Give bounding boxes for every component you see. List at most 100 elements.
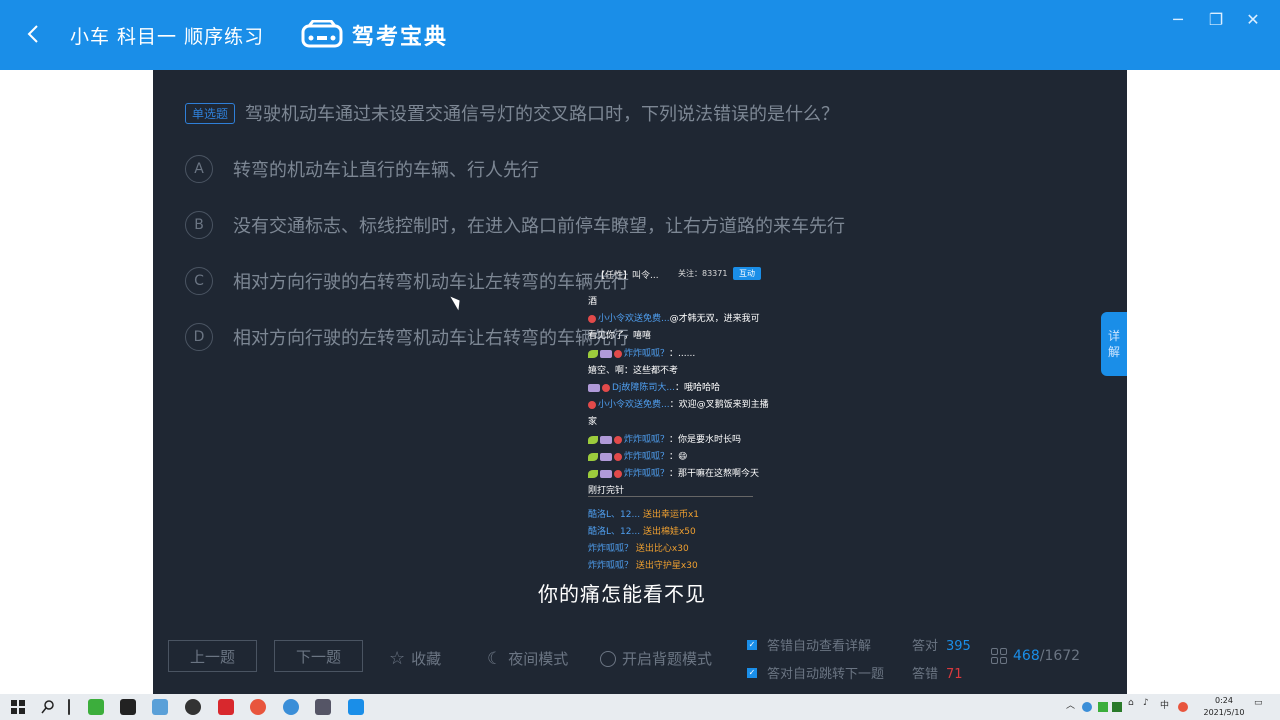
chat-user: 炸炸呱呱？ (624, 435, 670, 445)
chat-user: 炸炸呱呱？ (624, 469, 670, 479)
background-mode-label: 开启背题模式 (622, 650, 713, 668)
tray-app-icon[interactable] (1082, 702, 1092, 712)
auto-detail-checkbox[interactable]: ✓ 答错自动查看详解 (747, 635, 871, 654)
badge-icon (588, 349, 598, 358)
chat-user: 小小令欢送免费... (598, 314, 670, 324)
badge-icon (600, 452, 612, 461)
chat-text: 刚打完针 (588, 486, 625, 496)
gift-text: 送出棉娃 (642, 527, 679, 537)
option-d[interactable]: D 相对方向行驶的左转弯机动车让右转弯的车辆先行 (185, 323, 629, 351)
app-icon-green[interactable] (88, 699, 104, 715)
option-a[interactable]: A 转弯的机动车让直行的车辆、行人先行 (185, 155, 539, 183)
chat-user: Dj故障陈司大... (612, 383, 676, 393)
wrong-label: 答错 (912, 667, 939, 682)
tray-app-icon[interactable] (1098, 702, 1108, 712)
close-button[interactable]: ✕ (1243, 10, 1263, 29)
badge-icon (600, 349, 612, 358)
tray-volume-icon[interactable]: ♪ (1143, 698, 1149, 708)
chat-user: 炸炸呱呱？ (624, 349, 670, 359)
minimize-button[interactable]: ─ (1168, 10, 1188, 29)
chat-message: 家 (588, 414, 772, 427)
chat-text: ：你是要水时长吗 (669, 435, 742, 445)
tray-app-icon[interactable] (1178, 702, 1188, 712)
chat-message: 小小令欢送免费...：欢迎@叉鹅饭来到主播 (588, 397, 772, 410)
wrong-count: 71 (946, 667, 963, 682)
chat-message: 炸炸呱呱？：那干嘛在这熬啊今天 (588, 466, 772, 479)
clock-time: 0:24 (1215, 696, 1233, 705)
radio-icon (600, 650, 616, 667)
auto-next-label: 答对自动跳转下一题 (767, 667, 885, 682)
ime-indicator[interactable]: 中 (1160, 698, 1169, 711)
gift-message: 酷洛L、12... 送出幸运币x1 (588, 507, 772, 520)
gift-text: 送出幸运币 (642, 510, 688, 520)
chat-text: 嬉空、啊：这些都不考 (588, 366, 679, 376)
chat-text: ：...... (669, 349, 696, 359)
app-icon-blue[interactable] (152, 699, 168, 715)
progress-current: 468 (1013, 648, 1040, 664)
option-text: 转弯的机动车让直行的车辆、行人先行 (233, 160, 539, 181)
correct-stat: 答对 395 (912, 635, 971, 654)
prev-question-button[interactable]: 上一题 (168, 640, 257, 672)
option-c[interactable]: C 相对方向行驶的右转弯机动车让左转弯的车辆先行 (185, 267, 629, 295)
back-chevron-left-icon[interactable] (26, 22, 50, 48)
progress-total: /1672 (1039, 648, 1081, 664)
chat-divider (588, 496, 753, 497)
chevron-left-icon (27, 25, 38, 43)
gift-user: 酷洛L、12... (588, 510, 641, 520)
tray-app-icon[interactable] (1112, 702, 1122, 712)
app-icon-video[interactable] (250, 699, 266, 715)
badge-icon (600, 469, 612, 478)
night-mode-label: 夜间模式 (508, 650, 569, 668)
app-icon-browser[interactable] (283, 699, 299, 715)
star-icon: ☆ (389, 648, 406, 669)
option-b[interactable]: B 没有交通标志、标线控制时，在进入路口前停车瞭望，让右方道路的来车先行 (185, 211, 845, 239)
gift-text: 送出比心 (635, 544, 672, 554)
gift-count: x1 (687, 510, 700, 520)
app-icon-black[interactable] (120, 699, 136, 715)
badge-icon (588, 383, 600, 392)
windows-start-icon[interactable] (10, 699, 26, 715)
app-icon-jiakao[interactable] (348, 699, 364, 715)
night-mode-button[interactable]: ☾ 夜间模式 (487, 648, 568, 669)
notification-icon[interactable]: ▭ (1254, 698, 1263, 708)
chat-message: 炸炸呱呱？：你是要水时长吗 (588, 432, 772, 445)
background-mode-toggle[interactable]: 开启背题模式 (600, 648, 712, 669)
chat-text: 看见你了，嘻嘻 (588, 331, 652, 341)
app-icon-media[interactable] (315, 699, 331, 715)
chat-text: ：😄 (669, 452, 688, 462)
restore-button[interactable]: ❐ (1206, 10, 1226, 29)
auto-next-checkbox[interactable]: ✓ 答对自动跳转下一题 (747, 663, 884, 682)
chat-message: 炸炸呱呱？：...... (588, 346, 772, 359)
badge-icon (588, 452, 598, 461)
gift-user: 炸炸呱呱？ (588, 561, 634, 571)
gift-user: 炸炸呱呱？ (588, 544, 634, 554)
detail-side-tab[interactable]: 详 解 (1101, 312, 1127, 376)
chat-anchor-name: 【任性】叫令... (596, 271, 659, 281)
badge-icon (588, 314, 596, 323)
search-icon[interactable] (40, 699, 56, 715)
badge-icon (602, 383, 610, 392)
check-icon: ✓ (747, 639, 757, 650)
moon-icon: ☾ (487, 648, 503, 669)
question-type-tag: 单选题 (185, 102, 236, 124)
logo-text: 驾考宝典 (352, 25, 449, 50)
app-icon-circle[interactable] (185, 699, 201, 715)
tray-network-icon[interactable]: ⌂ (1128, 698, 1134, 708)
badge-icon (600, 435, 612, 444)
side-tab-line2: 解 (1107, 345, 1120, 359)
taskbar-clock[interactable]: 0:24 2021/5/10 (1196, 695, 1252, 719)
correct-label: 答对 (912, 639, 939, 654)
option-key: A (185, 155, 213, 183)
app-icon-music[interactable] (218, 699, 234, 715)
option-text: 没有交通标志、标线控制时，在进入路口前停车瞭望，让右方道路的来车先行 (233, 216, 845, 237)
gift-user: 酷洛L、12... (588, 527, 641, 537)
question-progress[interactable]: 468/1672 (991, 648, 1080, 664)
page-title: 小车 科目一 顺序练习 (70, 26, 265, 48)
chat-interact-button[interactable]: 互动 (733, 267, 761, 280)
tray-chevron-up-icon[interactable]: ︿ (1066, 698, 1075, 711)
favorite-button[interactable]: ☆ 收藏 (389, 648, 441, 669)
taskbar: ︿ ⌂ ♪ 中 0:24 2021/5/10 ▭ (0, 694, 1280, 720)
next-question-button[interactable]: 下一题 (274, 640, 363, 672)
chat-message: 小小令欢送免费...@才韩无双，进来我可 (588, 311, 772, 324)
live-chat-overlay: 【任性】叫令... 关注：83371 互动 酒 小小令欢送免费...@才韩无双，… (588, 264, 772, 574)
